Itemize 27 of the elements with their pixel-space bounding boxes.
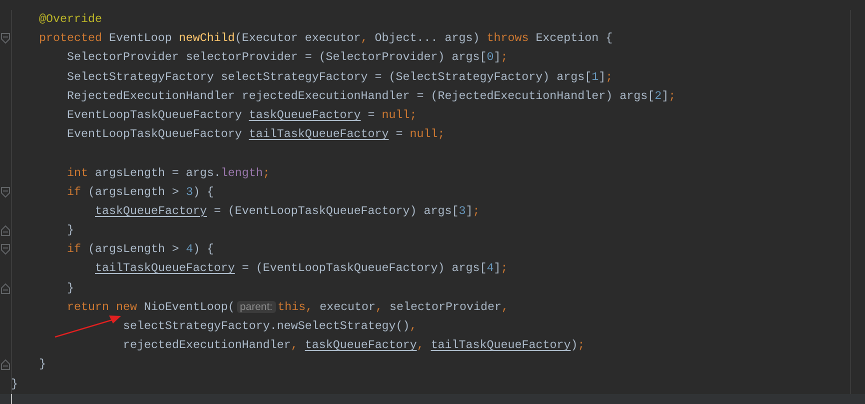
code-line: taskQueueFactory = (EventLoopTaskQueueFactory) args[3]; xyxy=(95,202,480,220)
code-line: @Override xyxy=(39,11,102,28)
fold-icon[interactable] xyxy=(1,282,10,294)
fold-icon[interactable] xyxy=(1,225,10,236)
code-line: } xyxy=(11,376,18,393)
code-line: EventLoopTaskQueueFactory taskQueueFactory = null; xyxy=(67,106,417,124)
fold-icon[interactable] xyxy=(1,244,10,256)
code-line: } xyxy=(67,280,74,297)
code-line: SelectStrategyFactory selectStrategyFactory = (SelectStrategyFactory) args[1]; xyxy=(67,68,613,86)
code-line: } xyxy=(39,356,46,374)
code-line: selectStrategyFactory.newSelectStrategy(), xyxy=(123,318,417,335)
code-line: int argsLength = args.length; xyxy=(67,164,270,182)
code-line: return new NioEventLoop( parent: this, executor, selectorProvider, xyxy=(67,298,508,316)
fold-icon[interactable] xyxy=(1,33,10,44)
code-line: rejectedExecutionHandler, taskQueueFactory, tailTaskQueueFactory); xyxy=(123,337,585,354)
annotation-arrow xyxy=(54,314,122,338)
code-line: tailTaskQueueFactory = (EventLoopTaskQueueFactory) args[4]; xyxy=(95,260,508,278)
fold-icon[interactable] xyxy=(1,186,10,198)
fold-icon[interactable] xyxy=(1,359,10,370)
text-cursor xyxy=(11,394,12,404)
code-line: } xyxy=(67,222,74,240)
code-line: protected EventLoop newChild(Executor executor, Object... args) throws Exception { xyxy=(39,30,613,48)
code-line: EventLoopTaskQueueFactory tailTaskQueueFactory = null; xyxy=(67,126,445,144)
code-line: if (argsLength > 3) { xyxy=(67,184,214,201)
code-line: SelectorProvider selectorProvider = (SelectorProvider) args[0]; xyxy=(67,49,508,66)
code-line: RejectedExecutionHandler rejectedExecutionHandler = (RejectedExecutionHandler) args[2]; xyxy=(67,88,676,105)
code-line: if (argsLength > 4) { xyxy=(67,241,214,258)
